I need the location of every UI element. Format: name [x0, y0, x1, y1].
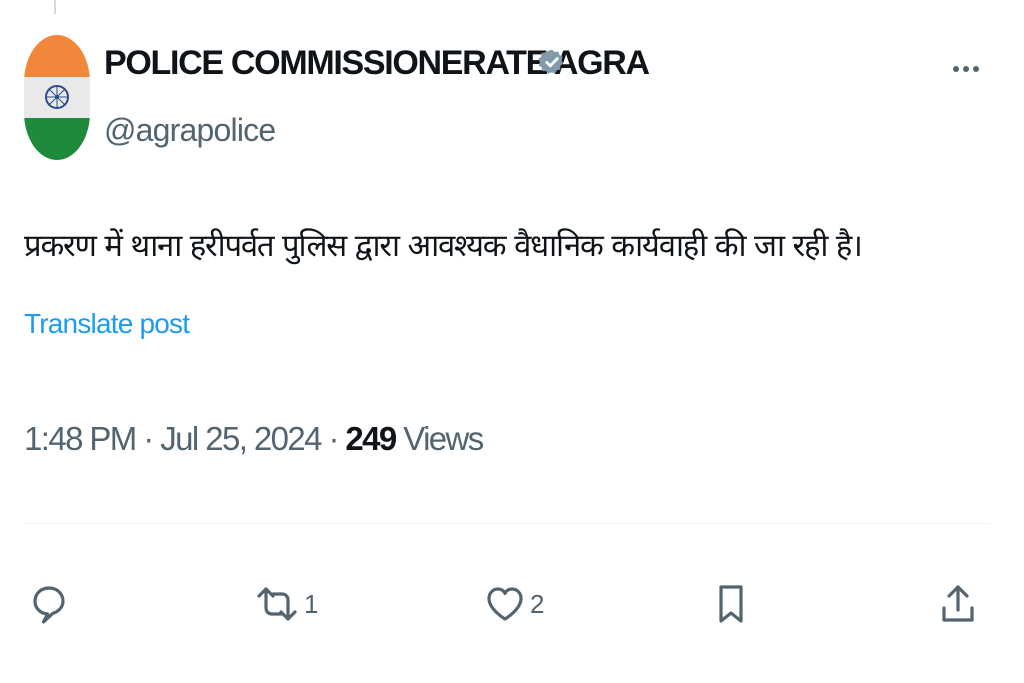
- bookmark-icon: [719, 585, 743, 623]
- like-count: 2: [530, 588, 544, 619]
- reply-icon: [33, 586, 65, 624]
- indian-flag-icon: [24, 35, 90, 160]
- share-button[interactable]: [938, 572, 978, 636]
- more-dots-icon: [953, 66, 979, 72]
- post-text: प्रकरण में थाना हरीपर्वत पुलिस द्वारा आव…: [24, 228, 863, 264]
- translate-post-link[interactable]: Translate post: [24, 308, 190, 340]
- author-handle[interactable]: @agrapolice: [104, 112, 276, 149]
- like-button[interactable]: 2: [484, 572, 544, 636]
- action-bar-divider: [24, 523, 990, 524]
- avatar[interactable]: [24, 35, 90, 160]
- share-icon: [942, 585, 974, 622]
- author-display-name[interactable]: POLICE COMMISSIONERATE AGRA: [104, 44, 650, 83]
- views-label: Views: [403, 420, 484, 457]
- thread-connector-line: [54, 0, 56, 14]
- meta-separator: ·: [328, 420, 339, 457]
- heart-icon: [487, 587, 523, 621]
- more-options-button[interactable]: [944, 54, 988, 84]
- repost-button[interactable]: 1: [254, 572, 318, 636]
- bookmark-button[interactable]: [714, 572, 748, 636]
- views-count: 249: [345, 420, 397, 457]
- repost-icon: [257, 587, 297, 621]
- post-time[interactable]: 1:48 PM: [24, 420, 137, 457]
- verified-badge-icon: [538, 49, 563, 74]
- post-meta: 1:48 PM · Jul 25, 2024 · 249 Views: [24, 420, 484, 458]
- repost-count: 1: [304, 588, 318, 619]
- reply-button[interactable]: [30, 572, 72, 636]
- post-date[interactable]: Jul 25, 2024: [160, 420, 322, 457]
- meta-separator: ·: [143, 420, 154, 457]
